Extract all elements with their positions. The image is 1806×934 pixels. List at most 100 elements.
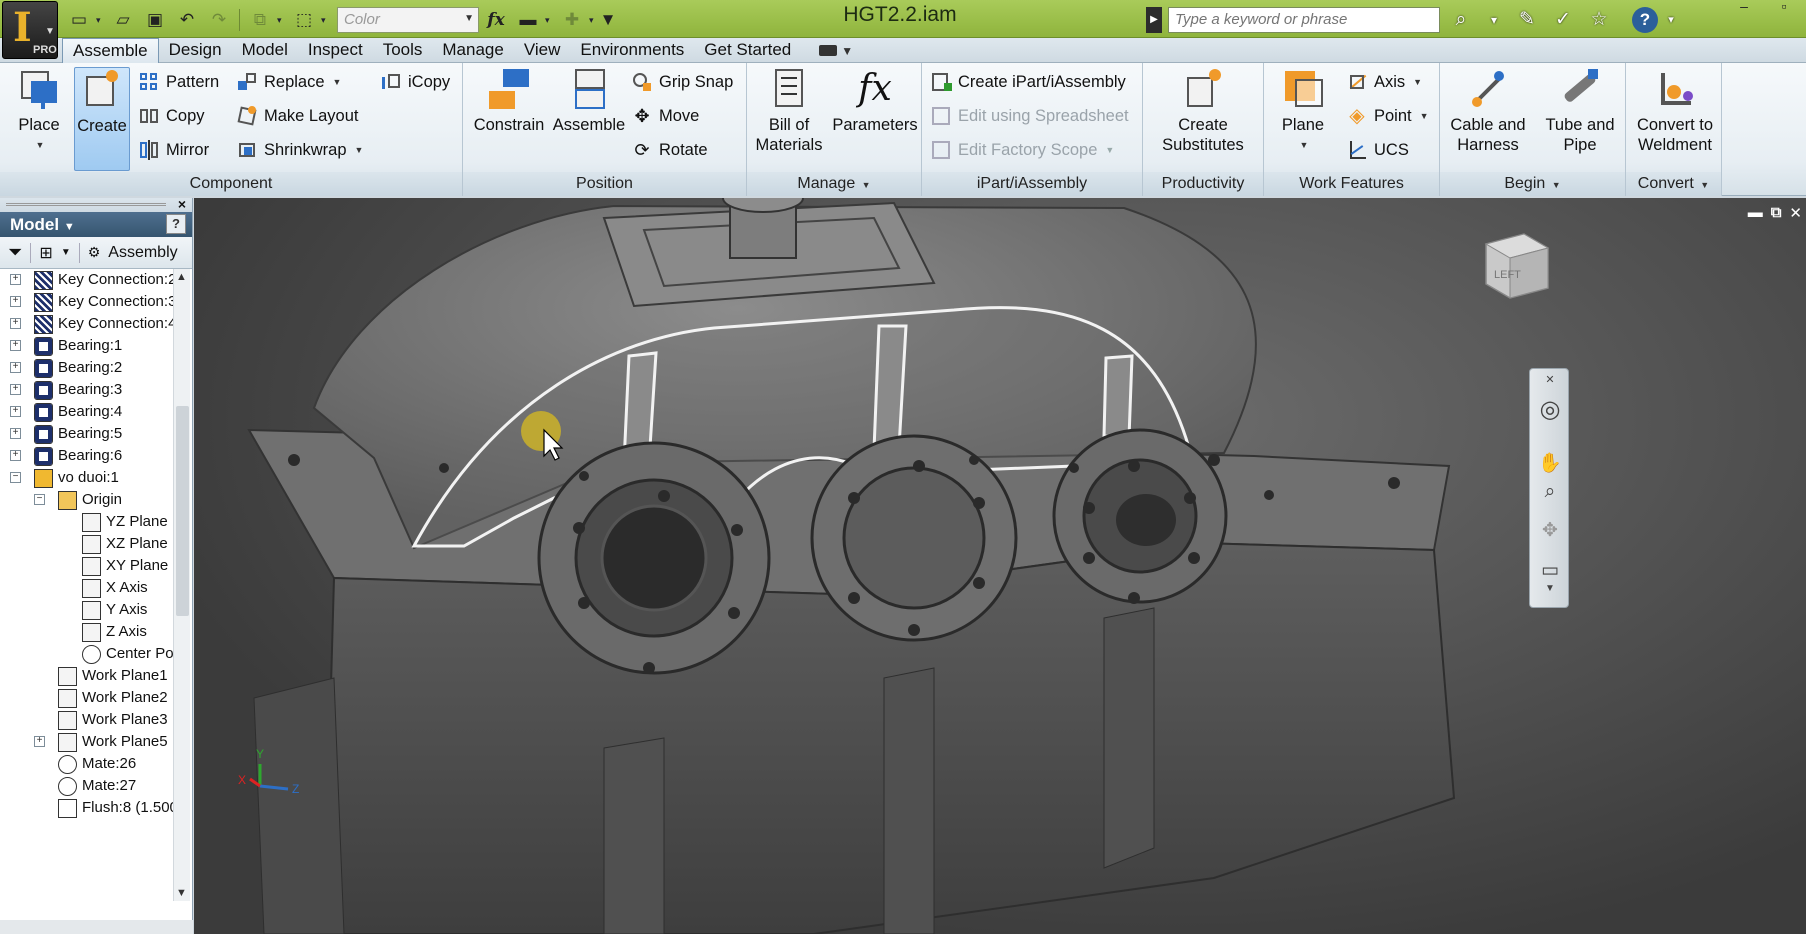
make-layout-button[interactable]: Make Layout [236,103,358,129]
mirror-button[interactable]: Mirror [138,137,209,163]
expand-icon[interactable]: + [10,296,21,307]
pattern-button[interactable]: Pattern [138,69,219,95]
customize-qat-icon[interactable]: ▼ [600,6,617,34]
maximize-button[interactable]: ▫ [1766,0,1802,16]
parameters-button[interactable]: fx Parameters [829,67,921,135]
search-expand-icon[interactable]: ▶ [1146,6,1162,33]
point-button[interactable]: ◈ Point ▼ [1346,103,1428,129]
filter-icon[interactable]: ⏷ [8,242,22,263]
app-menu-button[interactable]: I ▼ PRO [2,1,58,59]
browser-close-button[interactable]: × [178,196,186,212]
expand-icon[interactable]: + [10,318,21,329]
icopy-button[interactable]: iCopy [380,69,450,95]
tab-tools[interactable]: Tools [373,38,433,63]
tree-node[interactable]: + Bearing:3 [0,379,172,401]
measure-icon[interactable]: ▬ [513,6,543,34]
expand-icon[interactable]: + [10,384,21,395]
tree-node[interactable]: Work Plane3 [0,709,172,731]
minimize-button[interactable]: – [1726,0,1762,16]
shrinkwrap-button[interactable]: Shrinkwrap ▼ [236,137,363,163]
tree-node[interactable]: Work Plane1 [0,665,172,687]
steering-wheel-icon[interactable]: ◎ [1538,395,1562,423]
assembly-view-icon[interactable]: ⚙ [88,244,101,261]
viewport-close-button[interactable]: ✕ [1789,204,1802,222]
graphics-viewport[interactable]: Y Z X LEFT ▬ ⧉ ✕ ✕ ◎ ✋ ⌕ ✥ ▭ ▼ [194,198,1806,934]
create-substitutes-button[interactable]: Create Substitutes [1151,67,1255,155]
tree-node[interactable]: X Axis [0,577,172,599]
tree-node[interactable]: Flush:8 (1.500 [0,797,178,819]
color-select[interactable]: Color ▼ [337,7,479,33]
scroll-thumb[interactable] [176,406,189,616]
expand-icon[interactable]: + [10,274,21,285]
expand-icon[interactable]: + [10,340,21,351]
tree-node[interactable]: − vo duoi:1 [0,467,172,489]
tree-node[interactable]: + Bearing:4 [0,401,172,423]
subscription-icon[interactable]: ✎ [1512,6,1542,34]
tree-node[interactable]: Center Poi [0,643,177,665]
tab-get-started[interactable]: Get Started [694,38,801,63]
drag-grip[interactable] [6,203,166,206]
new-dropdown-icon[interactable]: ▾ [96,15,106,26]
scroll-up-icon[interactable]: ▲ [176,271,187,283]
scroll-down-icon[interactable]: ▼ [176,887,187,899]
bill-of-materials-button[interactable]: Bill of Materials [749,67,829,155]
tree-node[interactable]: + Key Connection:2 [0,269,176,291]
tree-node[interactable]: + Bearing:1 [0,335,172,357]
crosshair-icon[interactable]: ✚ [557,6,587,34]
favorites-star-icon[interactable]: ☆ [1584,6,1614,34]
tree-node[interactable]: Y Axis [0,599,172,621]
place-button[interactable]: Place ▼ [8,67,70,155]
tree-node[interactable]: + Bearing:5 [0,423,172,445]
tab-inspect[interactable]: Inspect [298,38,373,63]
collapse-icon[interactable]: − [34,494,45,505]
replace-button[interactable]: Replace ▼ [236,69,341,95]
tab-view[interactable]: View [514,38,571,63]
measure-dropdown-icon[interactable]: ▾ [545,15,555,26]
expand-icon[interactable]: + [10,362,21,373]
pan-hand-icon[interactable]: ✋ [1538,451,1562,474]
update-icon[interactable]: ⧉ [245,6,275,34]
plane-button[interactable]: Plane ▼ [1270,67,1336,155]
browser-vertical-scrollbar[interactable]: ▲ ▼ [173,269,190,901]
browser-help-icon[interactable]: ? [166,214,186,234]
tree-node[interactable]: Mate:27 [0,775,172,797]
redo-icon[interactable]: ↷ [204,6,234,34]
chevron-down-icon[interactable]: ▼ [61,247,71,258]
tree-node[interactable]: + Bearing:2 [0,357,172,379]
help-icon[interactable]: ? [1632,6,1658,33]
wrench-icon[interactable]: ▾ [1482,6,1506,34]
create-button[interactable]: Create [74,67,130,171]
tube-pipe-button[interactable]: Tube and Pipe [1536,67,1624,155]
viewcube[interactable]: LEFT [1484,233,1550,299]
tree-node[interactable]: − Origin [0,489,172,511]
convert-panel-label[interactable]: Convert ▼ [1626,172,1721,196]
tree-node[interactable]: + Key Connection:3 [0,291,176,313]
crosshair-dropdown-icon[interactable]: ▾ [589,15,599,26]
tree-node[interactable]: + Work Plane5 [0,731,172,753]
edit-factory-scope-button[interactable]: Edit Factory Scope ▼ [930,137,1114,163]
look-at-icon[interactable]: ▭ [1538,559,1562,581]
help-dropdown-icon[interactable] [1620,6,1626,34]
assemble-button[interactable]: Assemble [549,67,629,135]
save-icon[interactable]: ▣ [140,6,170,34]
expand-icon[interactable]: + [34,736,45,747]
expand-icon[interactable]: + [10,450,21,461]
tab-environments[interactable]: Environments [570,38,694,63]
search-input[interactable] [1168,6,1440,33]
edit-spreadsheet-button[interactable]: Edit using Spreadsheet [930,103,1129,129]
tree-node[interactable]: XY Plane [0,555,172,577]
manage-panel-label[interactable]: Manage ▼ [747,172,921,196]
tab-model[interactable]: Model [232,38,298,63]
tree-node[interactable]: XZ Plane [0,533,172,555]
move-button[interactable]: ✥ Move [631,103,699,129]
open-icon[interactable]: ▱ [108,6,138,34]
viewport-restore-button[interactable]: ⧉ [1771,204,1782,222]
binoculars-icon[interactable]: ⌕ [1446,6,1476,34]
tree-node[interactable]: + Key Connection:4 [0,313,176,335]
tree-node[interactable]: + Bearing:6 [0,445,172,467]
ribbon-display-options[interactable]: ▼ [819,38,853,63]
expand-icon[interactable]: + [10,428,21,439]
orbit-icon[interactable]: ✥ [1538,519,1562,541]
tree-node[interactable]: YZ Plane [0,511,172,533]
new-icon[interactable]: ▭ [64,6,94,34]
